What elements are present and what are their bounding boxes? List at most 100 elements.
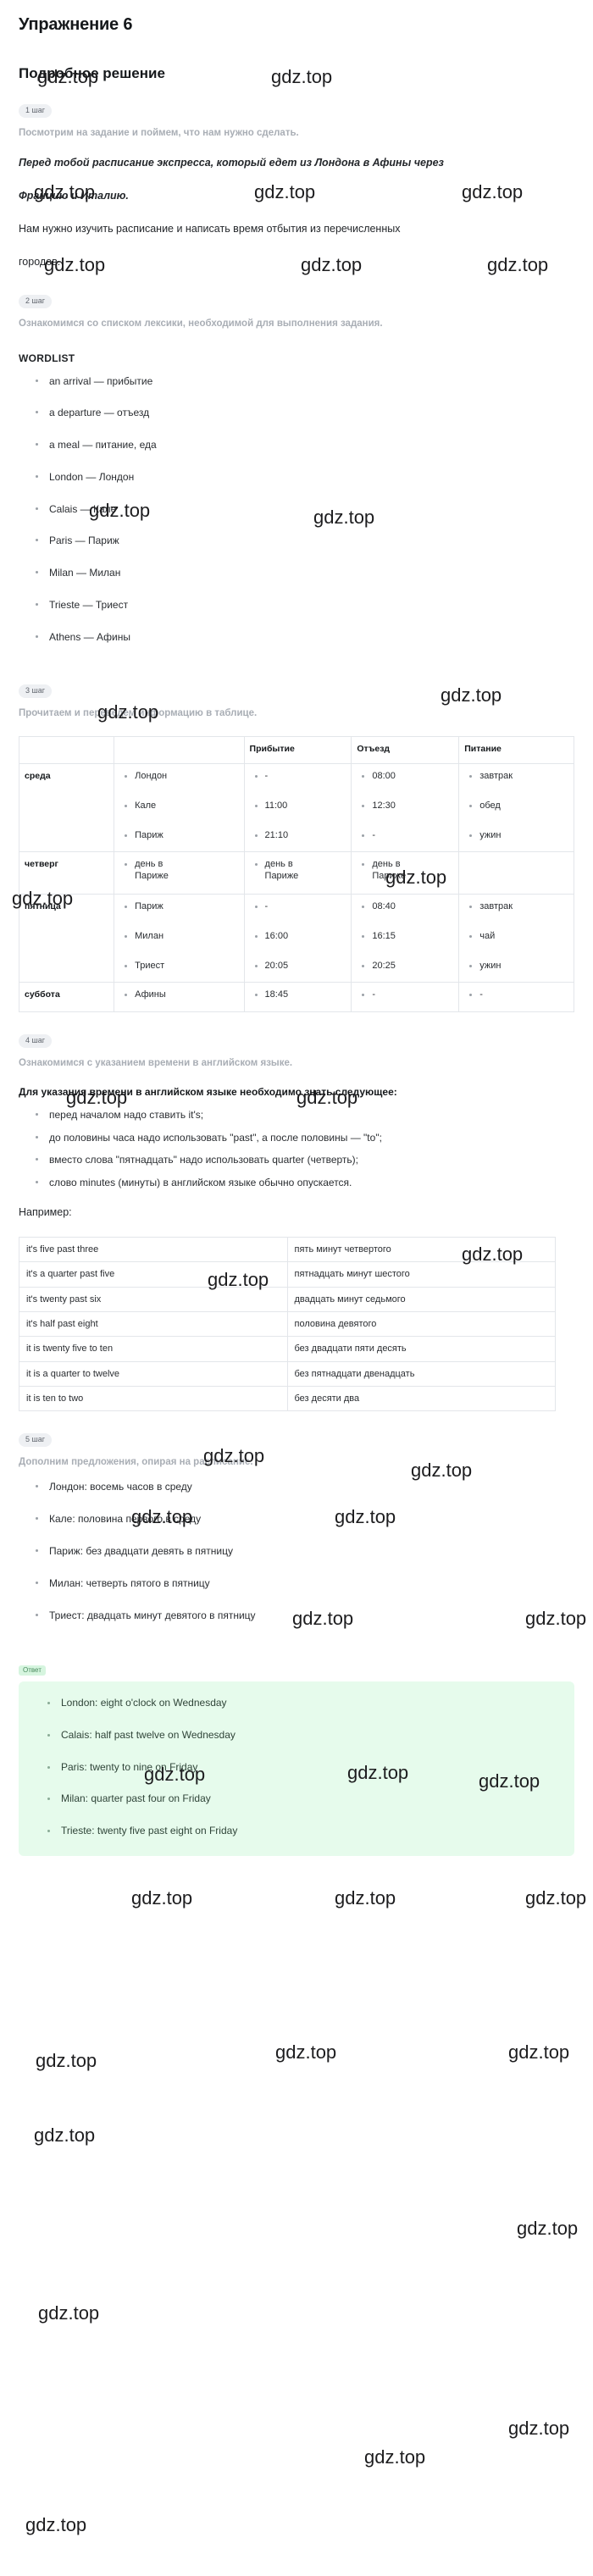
cell-meals: завтрак обед ужин xyxy=(458,762,574,853)
cell-arrivals: - 11:00 21:10 xyxy=(243,762,352,853)
table-row: it is a quarter to twelve без пятнадцати… xyxy=(19,1360,556,1387)
list-item: 08:40 xyxy=(362,901,453,912)
list-item: Лондон xyxy=(125,771,238,782)
text: день в xyxy=(264,859,293,870)
cell-russian: пять минут четвертого xyxy=(286,1237,556,1263)
section-title-solution: Подробное решение xyxy=(19,65,165,81)
text: Париже xyxy=(135,870,169,881)
cell-departures: день в Париже xyxy=(351,851,460,895)
cell-russian: двадцать минут седьмого xyxy=(286,1286,556,1312)
list-item: день в Париже xyxy=(362,859,453,881)
step5-answers-list: Лондон: восемь часов в среду Кале: полов… xyxy=(19,1480,574,1622)
th-departure: Отъезд xyxy=(351,735,460,764)
table-row: пятница Париж Милан Триест - 16:00 20:05 xyxy=(18,893,574,983)
cell-departures: - xyxy=(351,982,460,1012)
answer-box: London: eight o'clock on Wednesday Calai… xyxy=(19,1681,574,1857)
list-item: 12:30 xyxy=(362,800,453,812)
list-item: Париж xyxy=(125,901,238,912)
list-item: a meal — питание, еда xyxy=(36,438,574,452)
list-item: 16:15 xyxy=(362,931,453,942)
list-item: 11:00 xyxy=(254,800,346,812)
step1-task-line2: Францию и Италию. xyxy=(19,190,129,202)
step-badge-5: 5 шаг xyxy=(19,1433,53,1448)
cell-cities: день в Париже xyxy=(114,851,245,895)
list-item: завтрак xyxy=(469,771,568,782)
list-item: обед xyxy=(469,800,568,812)
text: день в xyxy=(372,859,401,870)
table-row: it is twenty five to ten без двадцати пя… xyxy=(19,1336,556,1362)
th-day xyxy=(18,735,115,764)
cell-departures: 08:40 16:15 20:25 xyxy=(351,893,460,983)
step1-explain-line2: городов. xyxy=(19,256,61,269)
list-item: 08:00 xyxy=(362,771,453,782)
th-city xyxy=(114,735,245,764)
cell-arrivals: день в Париже xyxy=(243,851,352,895)
table-row: суббота Афины 18:45 - - xyxy=(18,982,574,1012)
list-item: - xyxy=(362,989,453,1000)
cell-english: it's twenty past six xyxy=(19,1286,288,1312)
cell-arrivals: - 16:00 20:05 xyxy=(243,893,352,983)
cell-english: it's half past eight xyxy=(19,1310,288,1338)
schedule-table: Прибытие Отъезд Питание среда Лондон Кал… xyxy=(18,735,574,1012)
wordlist-heading: WORDLIST xyxy=(19,352,75,364)
cell-english: it is a quarter to twelve xyxy=(19,1360,288,1387)
step1-explain-line1: Нам нужно изучить расписание и написать … xyxy=(19,223,401,235)
list-item: Calais — Кале xyxy=(36,502,574,517)
table-row: it's five past three пять минут четверто… xyxy=(19,1237,556,1263)
examples-label: Например: xyxy=(19,1206,72,1219)
cell-day: пятница xyxy=(18,893,115,983)
step-badge-2: 2 шаг xyxy=(19,295,53,309)
list-item: Париж xyxy=(125,830,238,841)
cell-english: it is ten to two xyxy=(19,1385,288,1412)
list-item: до половины часа надо использовать "past… xyxy=(36,1131,574,1145)
cell-cities: Лондон Кале Париж xyxy=(114,762,245,853)
table-row: it is ten to two без десяти два xyxy=(19,1385,556,1412)
list-item: Paris: twenty to nine on Friday xyxy=(47,1761,566,1775)
list-item: Paris — Париж xyxy=(36,534,574,548)
list-item: Кале: половина первого в среду xyxy=(36,1512,574,1526)
step2-intro: Ознакомимся со списком лексики, необходи… xyxy=(19,319,383,330)
list-item: an arrival — прибытие xyxy=(36,374,574,389)
cell-russian: половина девятого xyxy=(286,1310,556,1338)
table-row: it's a quarter past five пятнадцать мину… xyxy=(19,1261,556,1288)
list-item: Триест: двадцать минут девятого в пятниц… xyxy=(36,1609,574,1623)
cell-russian: без пятнадцати двенадцать xyxy=(286,1360,556,1387)
cell-russian: без двадцати пяти десять xyxy=(286,1336,556,1362)
table-row: среда Лондон Кале Париж - 11:00 21:10 08… xyxy=(18,762,574,853)
list-item: London: eight o'clock on Wednesday xyxy=(47,1697,566,1710)
list-item: Лондон: восемь часов в среду xyxy=(36,1480,574,1494)
cell-russian: без десяти два xyxy=(286,1385,556,1412)
list-item: чай xyxy=(469,931,568,942)
list-item: a departure — отъезд xyxy=(36,406,574,420)
list-item: Милан xyxy=(125,931,238,942)
list-item: - xyxy=(254,771,346,782)
table-row: it's twenty past six двадцать минут седь… xyxy=(19,1286,556,1312)
time-rules-list: перед началом надо ставить it's; до поло… xyxy=(19,1108,574,1190)
list-item: Trieste — Триест xyxy=(36,598,574,612)
th-meal: Питание xyxy=(458,735,574,764)
table-row: it's half past eight половина девятого xyxy=(19,1310,556,1338)
list-item: London — Лондон xyxy=(36,470,574,485)
list-item: Milan — Милан xyxy=(36,566,574,580)
cell-cities: Афины xyxy=(114,982,245,1012)
list-item: Милан: четверть пятого в пятницу xyxy=(36,1576,574,1591)
step-badge-4: 4 шаг xyxy=(19,1033,53,1048)
step-badge-3: 3 шаг xyxy=(19,684,53,698)
list-item: день в Париже xyxy=(254,859,346,881)
step-badge-1: 1 шаг xyxy=(19,104,53,118)
cell-day: четверг xyxy=(18,851,115,895)
text: день в xyxy=(135,859,163,870)
answer-list: London: eight o'clock on Wednesday Calai… xyxy=(27,1697,566,1837)
list-item: Триест xyxy=(125,961,238,972)
list-item: Кале xyxy=(125,800,238,812)
list-item: 21:10 xyxy=(254,830,346,841)
answer-badge: Ответ xyxy=(19,1665,46,1676)
list-item: Париж: без двадцати девять в пятницу xyxy=(36,1544,574,1559)
cell-meals: - xyxy=(458,982,574,1012)
table-row: четверг день в Париже день в Париже день… xyxy=(18,851,574,895)
list-item: слово minutes (минуты) в английском язык… xyxy=(36,1176,574,1190)
list-item: Athens — Афины xyxy=(36,630,574,645)
list-item: 16:00 xyxy=(254,931,346,942)
solution-page: gdz.top gdz.top gdz.top gdz.top gdz.top … xyxy=(12,15,587,2535)
list-item: ужин xyxy=(469,961,568,972)
